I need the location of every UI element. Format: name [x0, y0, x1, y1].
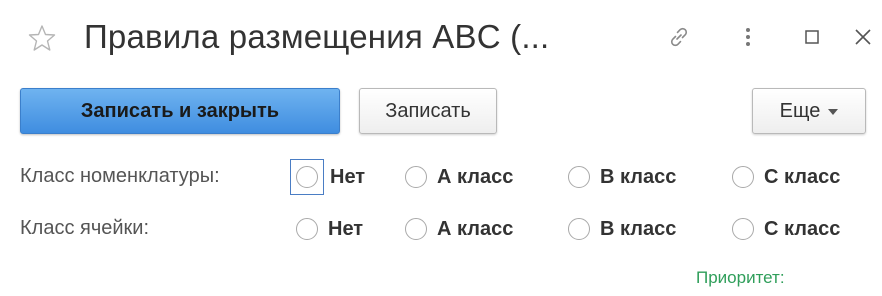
- radio-circle: [568, 166, 590, 188]
- title-bar: Правила размещения ABC (...: [0, 0, 882, 80]
- cell-class-radio-b[interactable]: В класс: [568, 213, 676, 245]
- link-icon[interactable]: [664, 22, 694, 52]
- chevron-down-icon: [828, 109, 839, 115]
- nomenclature-class-radio-b[interactable]: В класс: [568, 161, 676, 193]
- star-icon[interactable]: [28, 24, 56, 52]
- radio-circle: [732, 166, 754, 188]
- radio-label: В класс: [600, 217, 677, 240]
- cell-class-radio-a[interactable]: А класс: [405, 213, 513, 245]
- priority-label: Приоритет:: [696, 268, 785, 287]
- more-vertical-icon[interactable]: [733, 22, 763, 52]
- form-window: Правила размещения ABC (... Записать и з…: [0, 0, 882, 296]
- nomenclature-class-radio-a[interactable]: А класс: [405, 161, 513, 193]
- radio-circle: [732, 218, 754, 240]
- save-and-close-button[interactable]: Записать и закрыть: [20, 88, 340, 134]
- nomenclature-class-row: Класс номенклатуры: Нет А класс В класс …: [0, 157, 882, 197]
- radio-circle: [296, 218, 318, 240]
- radio-label: В класс: [600, 165, 677, 188]
- save-button[interactable]: Записать: [359, 88, 497, 134]
- nomenclature-class-label: Класс номенклатуры:: [20, 165, 220, 187]
- cell-class-row: Класс ячейки: Нет А класс В класс С клас…: [0, 209, 882, 249]
- more-menu-button[interactable]: Еще: [752, 88, 866, 134]
- radio-circle: [568, 218, 590, 240]
- cell-class-radio-none[interactable]: Нет: [296, 213, 363, 245]
- cell-class-label: Класс ячейки:: [20, 217, 150, 239]
- maximize-icon[interactable]: [797, 22, 827, 52]
- save-label: Записать: [385, 99, 471, 122]
- radio-label: С класс: [764, 217, 841, 240]
- radio-label: С класс: [764, 165, 841, 188]
- more-label: Еще: [779, 99, 821, 122]
- nomenclature-class-radio-none[interactable]: Нет: [290, 159, 366, 195]
- close-icon[interactable]: [848, 22, 878, 52]
- focus-outline: [290, 159, 324, 195]
- radio-label: Нет: [328, 217, 364, 240]
- radio-label: А класс: [437, 217, 514, 240]
- radio-label: Нет: [330, 165, 366, 188]
- save-and-close-label: Записать и закрыть: [80, 99, 280, 122]
- radio-circle: [405, 166, 427, 188]
- cell-class-radio-c[interactable]: С класс: [732, 213, 840, 245]
- radio-circle: [405, 218, 427, 240]
- window-title: Правила размещения ABC (...: [84, 18, 550, 55]
- nomenclature-class-radio-c[interactable]: С класс: [732, 161, 840, 193]
- radio-label: А класс: [437, 165, 514, 188]
